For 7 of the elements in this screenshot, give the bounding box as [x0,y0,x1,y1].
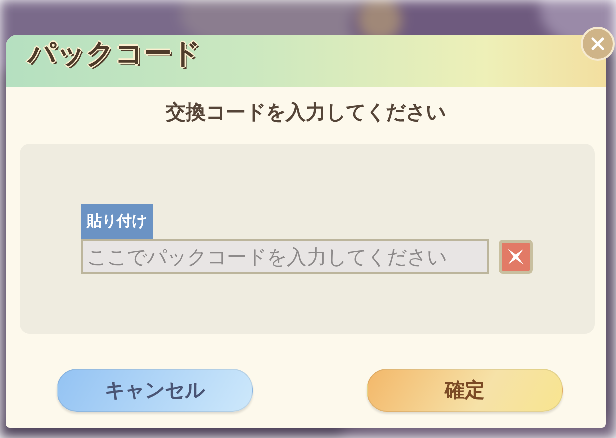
dialog-title: パックコード [28,36,201,72]
prompt-text: 交換コードを入力してください [165,99,447,126]
code-input-field[interactable]: ここでパックコードを入力してください [81,239,489,274]
clear-button[interactable] [499,240,533,274]
paste-button[interactable]: 貼り付け [81,204,153,239]
cancel-button[interactable]: キャンセル [57,369,253,412]
confirm-button[interactable]: 確定 [367,369,563,412]
